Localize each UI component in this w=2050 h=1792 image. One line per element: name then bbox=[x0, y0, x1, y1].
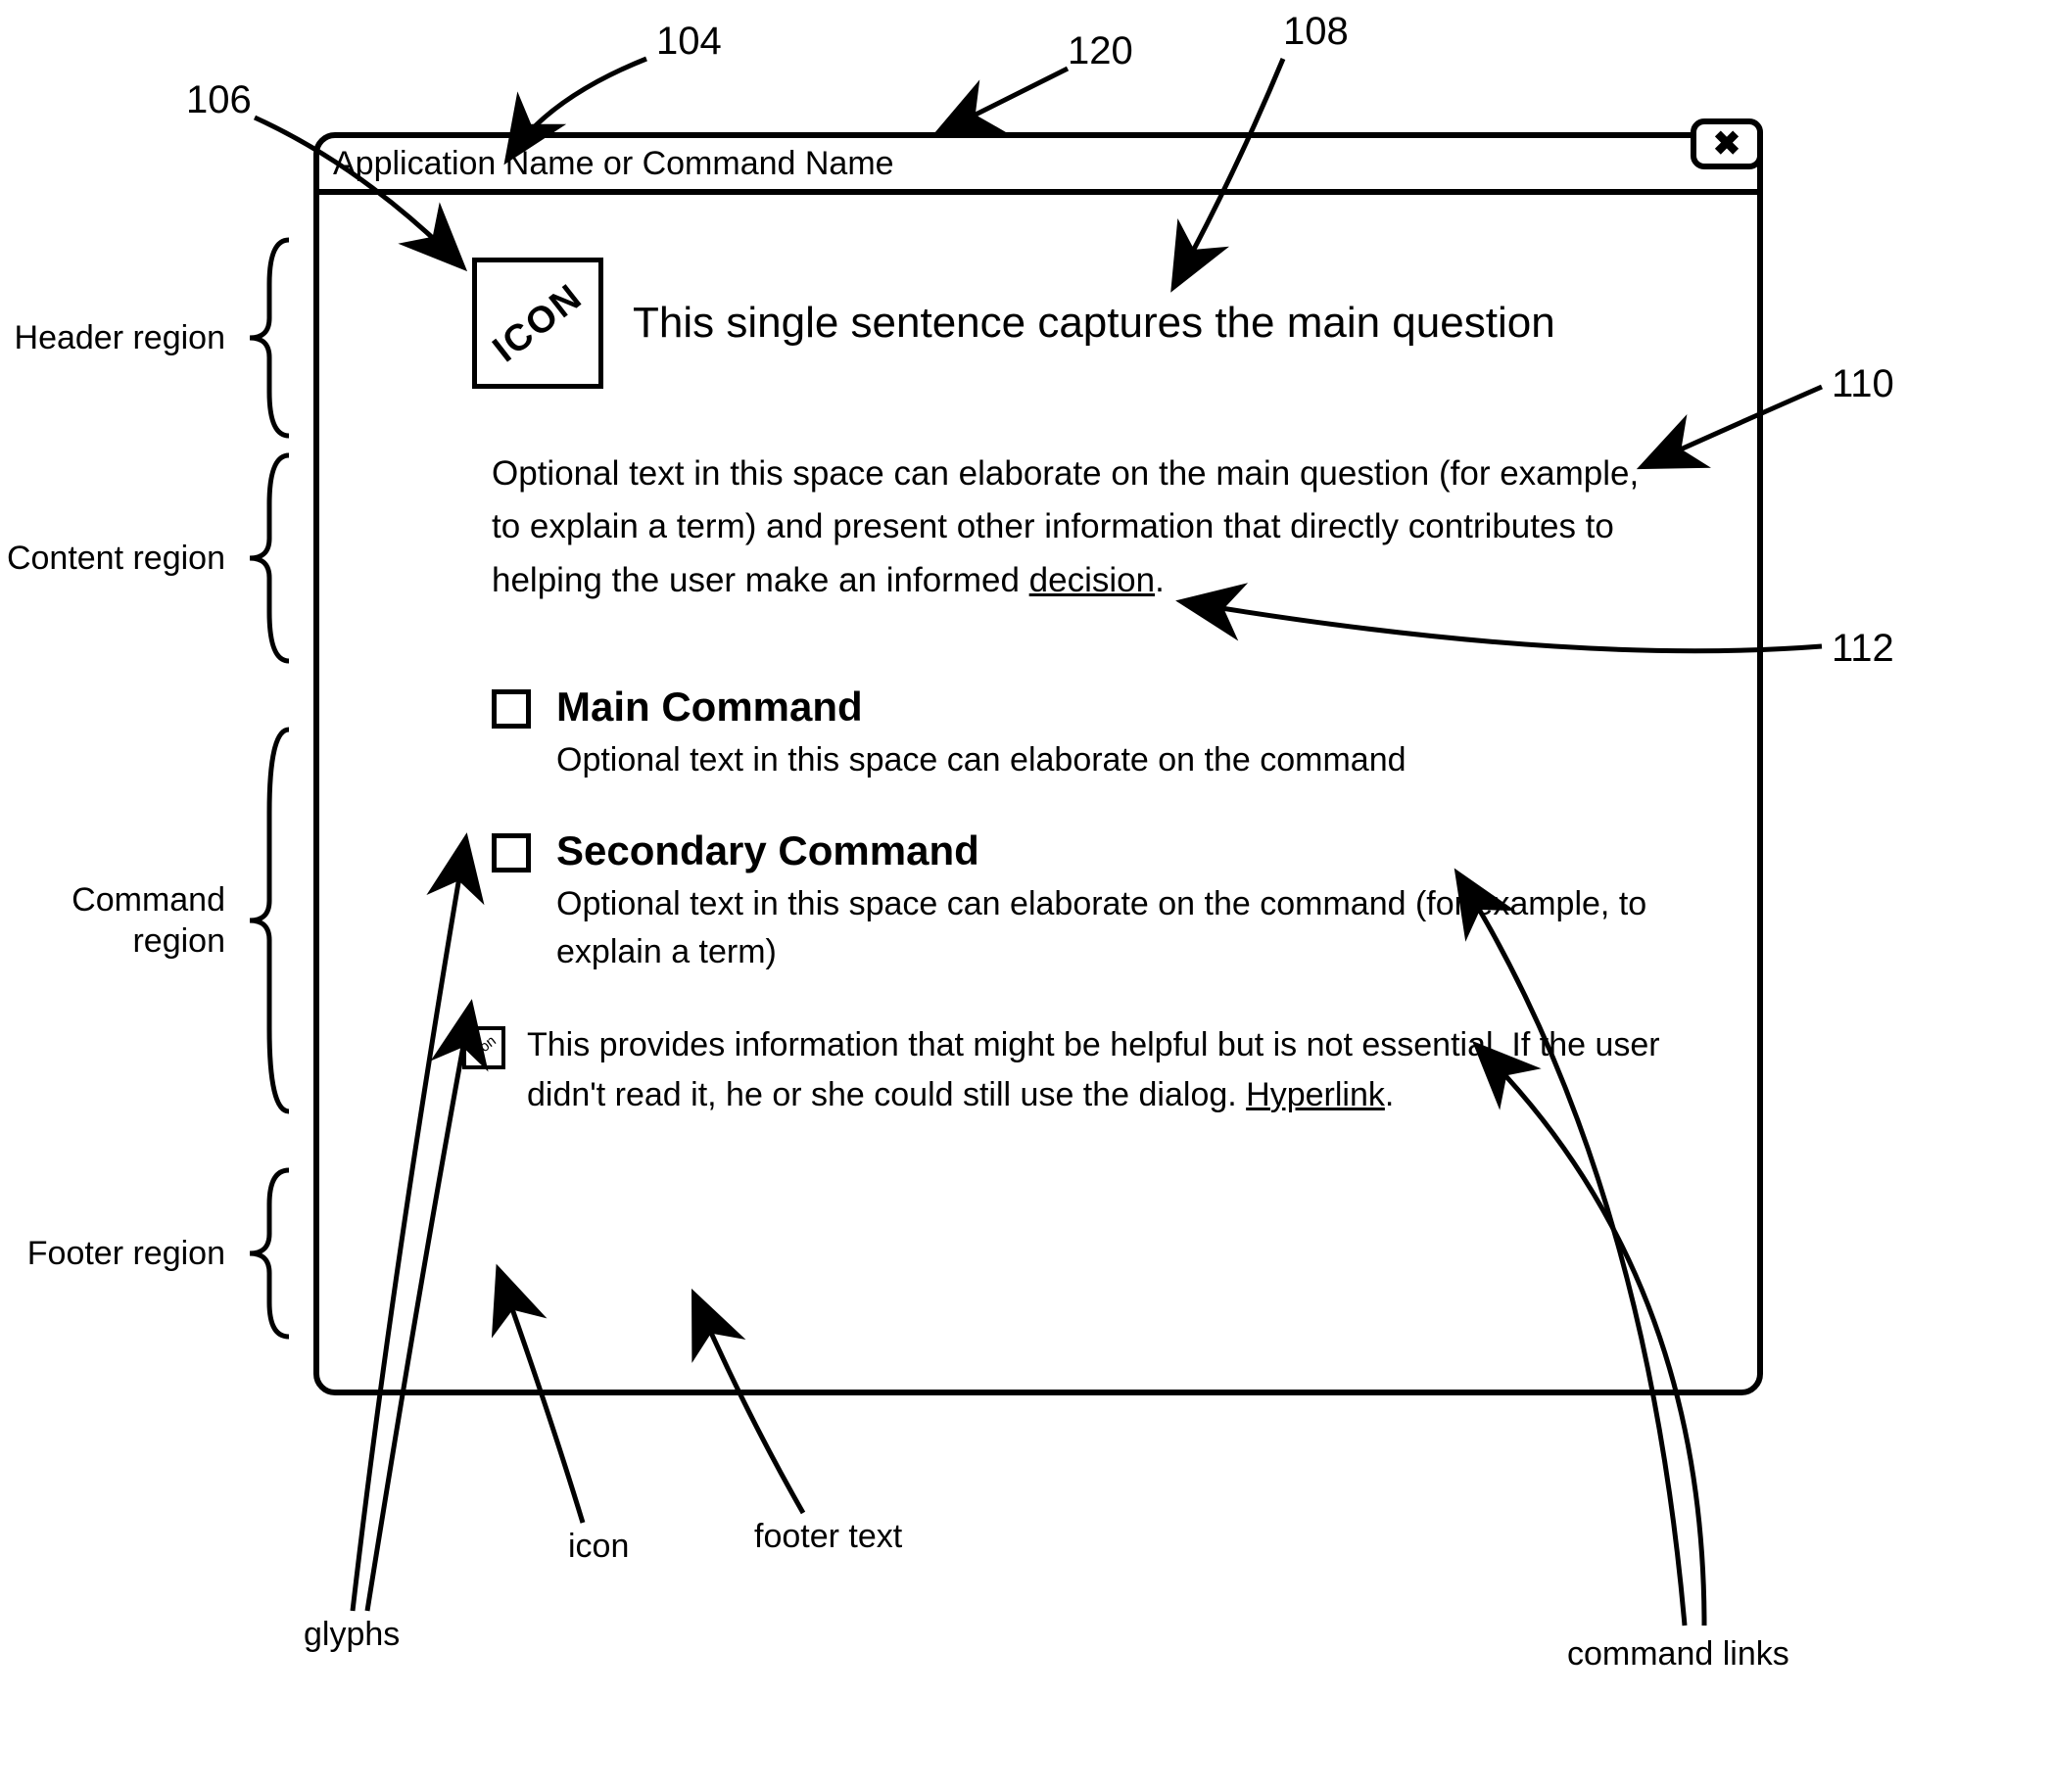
window-title: Application Name or Command Name bbox=[333, 145, 894, 183]
command-region: Main Command Optional text in this space… bbox=[492, 684, 1712, 977]
footer-icon: icon bbox=[462, 1026, 505, 1069]
dialog-window: Application Name or Command Name ✖ ICON … bbox=[313, 132, 1763, 1395]
command-glyph-icon bbox=[492, 689, 531, 729]
content-region: Optional text in this space can elaborat… bbox=[492, 448, 1653, 607]
command-link-main[interactable]: Main Command bbox=[492, 684, 1712, 731]
brace-command: Command region bbox=[0, 725, 313, 1116]
callout-glyphs: glyphs bbox=[304, 1616, 400, 1654]
brace-content: Content region bbox=[0, 450, 313, 666]
footer-region: icon This provides information that migh… bbox=[462, 1020, 1673, 1120]
footer-icon-label: icon bbox=[468, 1032, 500, 1061]
close-button[interactable]: ✖ bbox=[1691, 118, 1763, 169]
callout-icon: icon bbox=[568, 1528, 629, 1566]
ref-110: 110 bbox=[1832, 362, 1894, 406]
header-icon-label: ICON bbox=[485, 275, 591, 370]
ref-106: 106 bbox=[186, 78, 252, 122]
content-text-post: . bbox=[1155, 561, 1165, 599]
ref-120: 120 bbox=[1068, 29, 1133, 73]
command-title: Main Command bbox=[556, 684, 863, 731]
brace-label-footer: Footer region bbox=[0, 1235, 225, 1273]
footer-text: This provides information that might be … bbox=[527, 1020, 1673, 1120]
footer-hyperlink[interactable]: Hyperlink bbox=[1246, 1076, 1385, 1113]
callout-footer-text: footer text bbox=[754, 1518, 902, 1556]
footer-text-pre: This provides information that might be … bbox=[527, 1026, 1660, 1113]
header-region: ICON This single sentence captures the m… bbox=[472, 258, 1712, 389]
brace-footer: Footer region bbox=[0, 1165, 313, 1342]
brace-header: Header region bbox=[0, 235, 313, 441]
titlebar: Application Name or Command Name ✖ bbox=[319, 138, 1757, 195]
footer-text-post: . bbox=[1385, 1076, 1394, 1113]
command-title: Secondary Command bbox=[556, 827, 979, 874]
command-glyph-icon bbox=[492, 833, 531, 872]
content-inline-link[interactable]: decision bbox=[1029, 561, 1155, 599]
brace-label-command: Command region bbox=[0, 879, 225, 963]
command-subtext: Optional text in this space can elaborat… bbox=[556, 736, 1712, 784]
ref-104: 104 bbox=[656, 20, 722, 64]
brace-label-content: Content region bbox=[0, 540, 225, 578]
ref-112: 112 bbox=[1832, 627, 1894, 671]
callout-command-links: command links bbox=[1567, 1635, 1789, 1674]
command-link-secondary[interactable]: Secondary Command bbox=[492, 827, 1712, 874]
ref-108: 108 bbox=[1283, 10, 1349, 54]
main-question: This single sentence captures the main q… bbox=[633, 299, 1555, 348]
close-icon: ✖ bbox=[1713, 124, 1741, 164]
header-icon: ICON bbox=[472, 258, 603, 389]
brace-label-header: Header region bbox=[0, 319, 225, 357]
command-subtext: Optional text in this space can elaborat… bbox=[556, 880, 1712, 977]
